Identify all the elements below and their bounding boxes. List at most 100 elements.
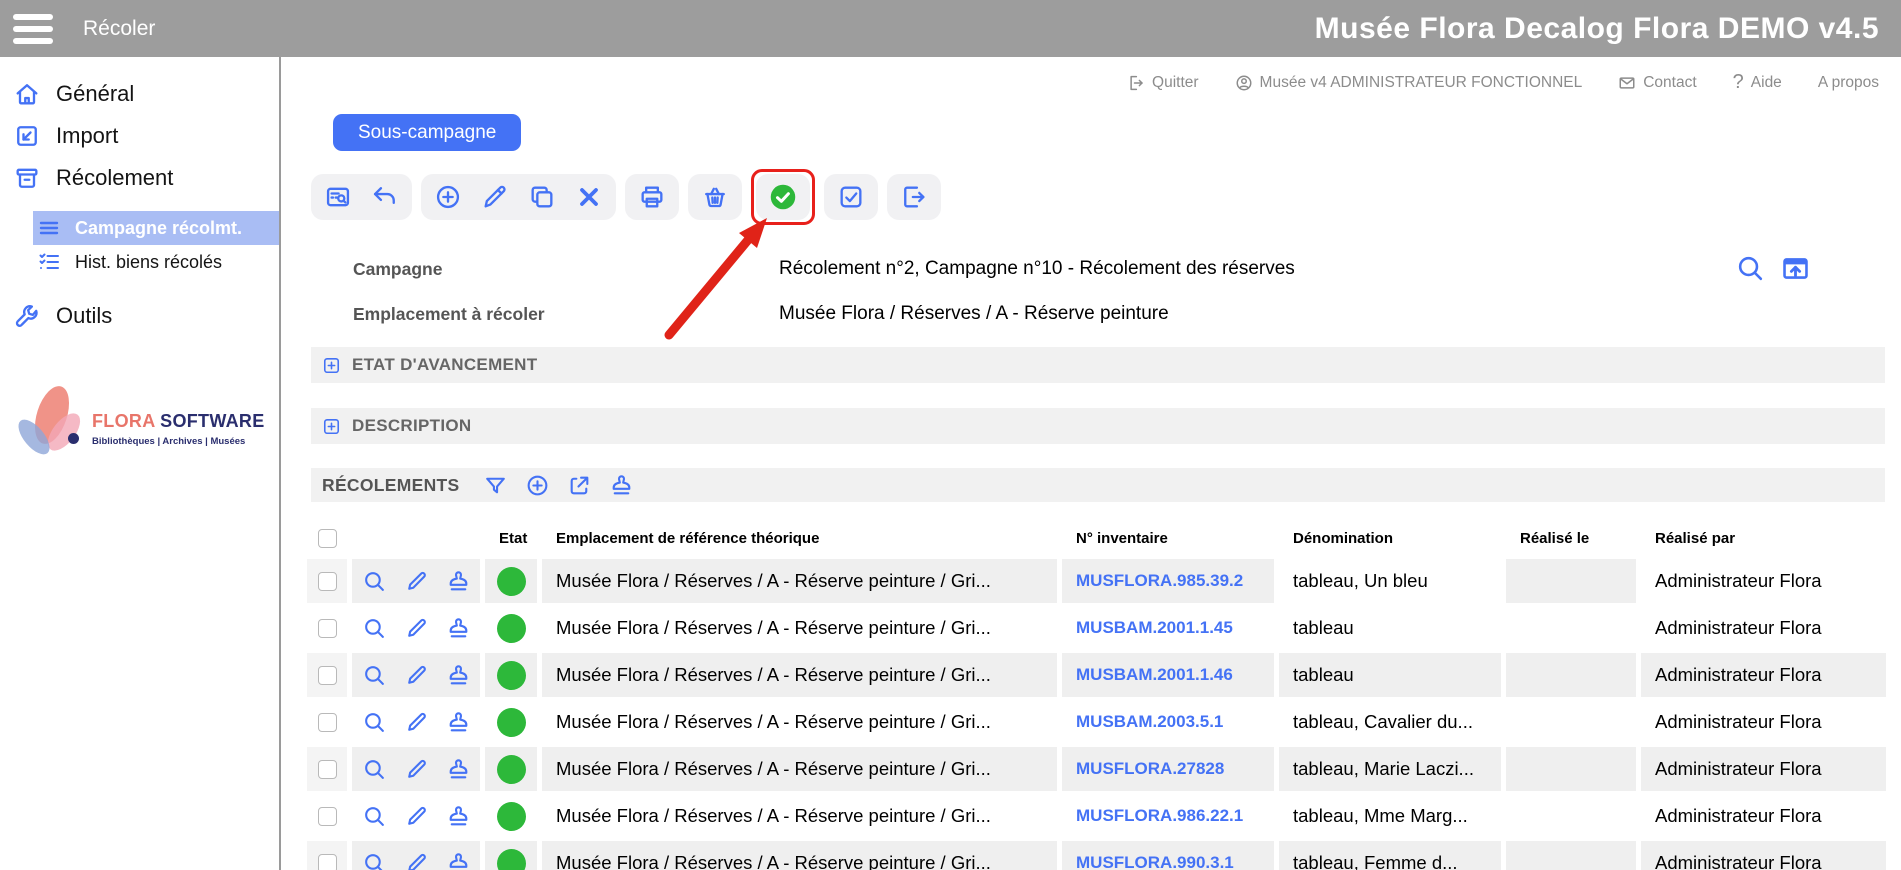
row-inventaire-link[interactable]: MUSFLORA.986.22.1: [1062, 794, 1274, 838]
export-button[interactable]: [900, 183, 928, 211]
section-etat-avancement[interactable]: ETAT D'AVANCEMENT: [311, 347, 1885, 383]
aide-link[interactable]: ? Aide: [1733, 71, 1782, 94]
undo-icon: [371, 183, 399, 211]
contact-link[interactable]: Contact: [1618, 74, 1696, 92]
row-checkbox[interactable]: [318, 807, 337, 826]
table-body: Musée Flora / Réserves / A - Réserve pei…: [307, 559, 1887, 870]
table-row: Musée Flora / Réserves / A - Réserve pei…: [307, 606, 1887, 650]
expand-plus-icon[interactable]: [322, 417, 341, 436]
view-button[interactable]: [362, 569, 387, 594]
edit-button[interactable]: [404, 616, 429, 641]
edit-button[interactable]: [481, 183, 509, 211]
col-inventaire: N° inventaire: [1062, 530, 1274, 547]
select-all-checkbox[interactable]: [318, 529, 337, 548]
row-checkbox[interactable]: [318, 572, 337, 591]
stamp-button[interactable]: [446, 663, 471, 688]
edit-button[interactable]: [404, 757, 429, 782]
row-checkbox[interactable]: [318, 713, 337, 732]
stamp-button[interactable]: [446, 851, 471, 870]
row-inventaire-link[interactable]: MUSFLORA.985.39.2: [1062, 559, 1274, 603]
view-button[interactable]: [362, 616, 387, 641]
stamp-icon: [446, 616, 471, 641]
funnel-icon: [483, 473, 508, 498]
view-button[interactable]: [362, 851, 387, 870]
sidebar-item-outils[interactable]: Outils: [0, 295, 279, 337]
sidebar-item-label: Import: [56, 123, 118, 149]
copy-button[interactable]: [528, 183, 556, 211]
sidebar-item-recolement[interactable]: Récolement: [0, 157, 279, 199]
row-inventaire-link[interactable]: MUSBAM.2001.1.45: [1062, 606, 1274, 650]
view-button[interactable]: [362, 804, 387, 829]
stamp-button[interactable]: [609, 473, 634, 498]
row-realise-par: Administrateur Flora: [1641, 559, 1886, 603]
status-green-dot: [497, 567, 526, 596]
green-check-circle-icon: [769, 183, 797, 211]
row-inventaire-link[interactable]: MUSFLORA.990.3.1: [1062, 841, 1274, 870]
edit-button[interactable]: [404, 710, 429, 735]
sidebar-item-label: Outils: [56, 303, 112, 329]
hamburger-menu-icon[interactable]: [13, 14, 53, 44]
stamp-button[interactable]: [446, 710, 471, 735]
search-button[interactable]: [1735, 253, 1766, 284]
undo-button[interactable]: [371, 183, 399, 211]
edit-button[interactable]: [404, 663, 429, 688]
field-campagne: Campagne Récolement n°2, Campagne n°10 -…: [353, 255, 1295, 283]
row-checkbox[interactable]: [318, 619, 337, 638]
table-row: Musée Flora / Réserves / A - Réserve pei…: [307, 747, 1887, 791]
row-realise-le: [1506, 559, 1636, 603]
col-etat: Etat: [485, 530, 537, 547]
edit-button[interactable]: [404, 569, 429, 594]
edit-button[interactable]: [404, 851, 429, 870]
expand-plus-icon[interactable]: [322, 356, 341, 375]
sidebar-item-import[interactable]: Import: [0, 115, 279, 157]
search-icon: [362, 851, 387, 870]
plus-circle-icon: [434, 183, 462, 211]
tab-sous-campagne[interactable]: Sous-campagne: [333, 114, 521, 151]
view-button[interactable]: [362, 710, 387, 735]
search-icon: [1735, 253, 1766, 284]
stamp-button[interactable]: [446, 804, 471, 829]
stamp-button[interactable]: [446, 569, 471, 594]
row-emplacement: Musée Flora / Réserves / A - Réserve pei…: [542, 653, 1057, 697]
edit-button[interactable]: [404, 804, 429, 829]
add-recolement-button[interactable]: [525, 473, 550, 498]
status-green-dot: [497, 708, 526, 737]
filter-button[interactable]: [483, 473, 508, 498]
brand-tagline: Bibliothèques | Archives | Musées: [92, 436, 265, 447]
section-description[interactable]: DESCRIPTION: [311, 408, 1885, 444]
row-actions: [352, 606, 480, 650]
open-window-button[interactable]: [1780, 253, 1811, 284]
stamp-icon: [446, 710, 471, 735]
view-button[interactable]: [362, 757, 387, 782]
open-external-button[interactable]: [567, 473, 592, 498]
delete-button[interactable]: [575, 183, 603, 211]
quitter-link[interactable]: Quitter: [1127, 74, 1199, 92]
stamp-button[interactable]: [446, 757, 471, 782]
sidebar-item-hist-biens-recoles[interactable]: Hist. biens récolés: [33, 245, 279, 279]
stamp-icon: [446, 569, 471, 594]
row-emplacement: Musée Flora / Réserves / A - Réserve pei…: [542, 700, 1057, 744]
row-actions: [352, 700, 480, 744]
aide-label: Aide: [1751, 74, 1782, 92]
print-button[interactable]: [638, 183, 666, 211]
checklist-icon: [37, 250, 61, 274]
row-inventaire-link[interactable]: MUSBAM.2003.5.1: [1062, 700, 1274, 744]
check-all-button[interactable]: [837, 183, 865, 211]
row-actions: [352, 747, 480, 791]
view-button[interactable]: [362, 663, 387, 688]
row-checkbox[interactable]: [318, 854, 337, 870]
row-inventaire-link[interactable]: MUSBAM.2001.1.46: [1062, 653, 1274, 697]
basket-button[interactable]: [701, 183, 729, 211]
stamp-button[interactable]: [446, 616, 471, 641]
sidebar-item-general[interactable]: Général: [0, 73, 279, 115]
field-emplacement: Emplacement à récoler Musée Flora / Rése…: [353, 300, 1169, 328]
validate-button[interactable]: [769, 183, 797, 211]
user-menu[interactable]: Musée v4 ADMINISTRATEUR FONCTIONNEL: [1235, 74, 1583, 92]
a-propos-link[interactable]: A propos: [1818, 74, 1879, 92]
sidebar-item-campagne-recolement[interactable]: Campagne récolmt.: [33, 211, 279, 245]
add-button[interactable]: [434, 183, 462, 211]
list-search-button[interactable]: [324, 183, 352, 211]
row-inventaire-link[interactable]: MUSFLORA.27828: [1062, 747, 1274, 791]
row-checkbox[interactable]: [318, 760, 337, 779]
row-checkbox[interactable]: [318, 666, 337, 685]
